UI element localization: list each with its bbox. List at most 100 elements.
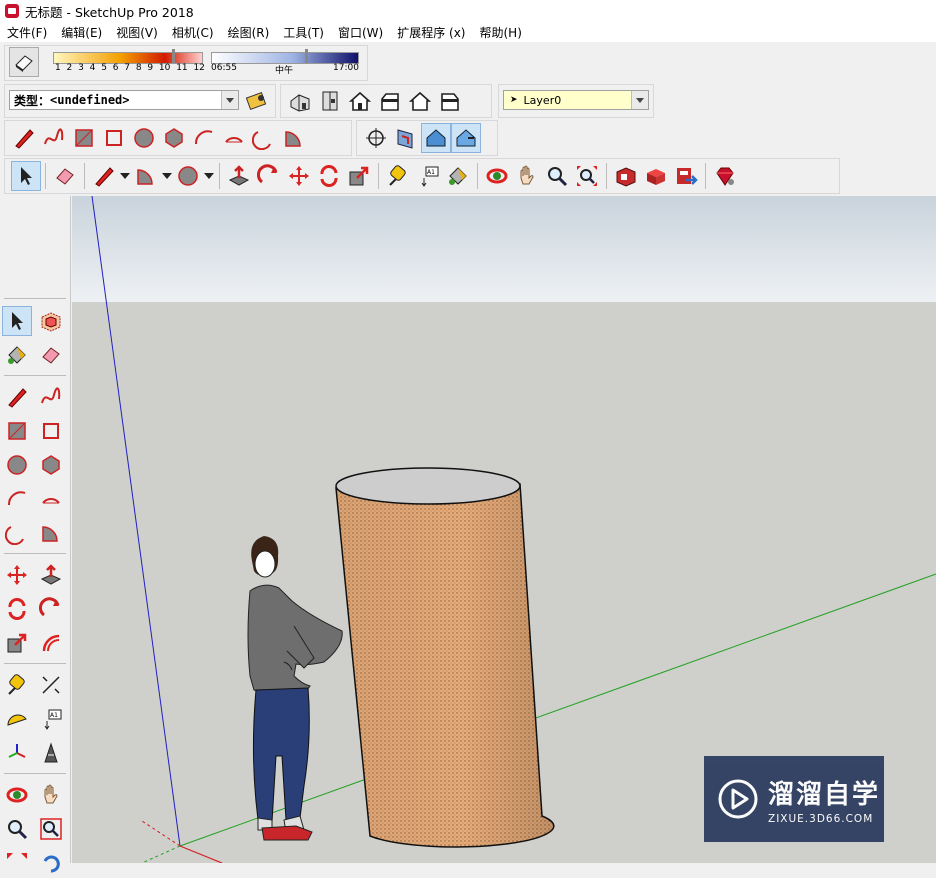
menu-draw[interactable]: 绘图(R): [221, 24, 277, 41]
chevron-down-icon[interactable]: [221, 91, 238, 109]
entity-info-icon[interactable]: [245, 89, 271, 111]
eraser-tool-button[interactable]: [50, 161, 80, 191]
line-dropdown-icon[interactable]: [119, 161, 131, 191]
arc-dropdown-icon[interactable]: [161, 161, 173, 191]
rotated-rectangle-icon: [43, 423, 59, 439]
3d-text-button[interactable]: [36, 738, 66, 768]
follow-me-button[interactable]: [36, 594, 66, 624]
line-tool-button[interactable]: [9, 123, 39, 153]
text-tool-button[interactable]: A1: [36, 704, 66, 734]
menu-view[interactable]: 视图(V): [109, 24, 165, 41]
protractor-button[interactable]: [2, 704, 32, 734]
section-fill-button[interactable]: [421, 123, 451, 153]
type-selector-combo[interactable]: 类型： <undefined>: [9, 90, 239, 110]
orbit-tool-button[interactable]: [2, 780, 32, 810]
3pt-arc-button[interactable]: [2, 518, 32, 548]
eraser-tool-button[interactable]: [36, 340, 66, 370]
send-to-layout-button[interactable]: [671, 161, 701, 191]
menu-edit[interactable]: 编辑(E): [54, 24, 109, 41]
shape-dropdown-icon[interactable]: [203, 161, 215, 191]
pie-tool-button[interactable]: [36, 518, 66, 548]
2pt-arc-button[interactable]: [219, 123, 249, 153]
shadows-toggle-button[interactable]: [9, 47, 39, 77]
month-slider-thumb[interactable]: [172, 49, 175, 63]
zoom-window-button[interactable]: [36, 814, 66, 844]
move-tool-button[interactable]: [284, 161, 314, 191]
move-tool-button[interactable]: [2, 560, 32, 590]
follow-me-button[interactable]: [254, 161, 284, 191]
circle-tool-button[interactable]: [129, 123, 159, 153]
freehand-tool-button[interactable]: [36, 382, 66, 412]
zoom-extents-button[interactable]: [2, 848, 32, 878]
make-component-button[interactable]: [36, 306, 66, 336]
push-pull-icon: [228, 165, 250, 186]
left-view-button[interactable]: [435, 86, 465, 116]
rotated-rectangle-button[interactable]: [36, 416, 66, 446]
menu-help[interactable]: 帮助(H): [472, 24, 528, 41]
rotate-tool-button[interactable]: [2, 594, 32, 624]
section-plane-button[interactable]: [391, 123, 421, 153]
pan-tool-button[interactable]: [36, 780, 66, 810]
menu-window[interactable]: 窗口(W): [331, 24, 390, 41]
chevron-down-icon[interactable]: [631, 91, 648, 109]
line-tool-button[interactable]: [2, 382, 32, 412]
orbit-tool-button[interactable]: [482, 161, 512, 191]
axes-tool-button[interactable]: [2, 738, 32, 768]
scale-tool-button[interactable]: [2, 628, 32, 658]
previous-view-button[interactable]: [36, 848, 66, 878]
extension-warehouse-button[interactable]: [641, 161, 671, 191]
section-cuts-button[interactable]: [451, 123, 481, 153]
push-pull-button[interactable]: [224, 161, 254, 191]
3pt-arc-button[interactable]: [249, 123, 279, 153]
2pt-arc-button[interactable]: [36, 484, 66, 514]
paint-bucket-button[interactable]: [443, 161, 473, 191]
menu-file[interactable]: 文件(F): [0, 24, 54, 41]
polygon-tool-button[interactable]: [36, 450, 66, 480]
rotated-rectangle-button[interactable]: [99, 123, 129, 153]
iso-view-button[interactable]: [285, 86, 315, 116]
scale-tool-button[interactable]: [344, 161, 374, 191]
cylinder-model[interactable]: [335, 467, 555, 848]
freehand-tool-button[interactable]: [39, 123, 69, 153]
arc-tool-button[interactable]: [189, 123, 219, 153]
zoom-tool-button[interactable]: [542, 161, 572, 191]
text-tool-button[interactable]: A1: [413, 161, 443, 191]
circle-tool-button[interactable]: [2, 450, 32, 480]
layer-combo[interactable]: ➤ Layer0: [503, 90, 649, 110]
shape-tool-button[interactable]: [173, 161, 203, 191]
select-tool-button[interactable]: [11, 161, 41, 191]
time-slider-thumb[interactable]: [305, 49, 308, 63]
arc-tool-button[interactable]: [131, 161, 161, 191]
zoom-extents-button[interactable]: [572, 161, 602, 191]
dimension-tool-button[interactable]: [36, 670, 66, 700]
tape-measure-button[interactable]: [2, 670, 32, 700]
front-view-button[interactable]: [345, 86, 375, 116]
polygon-tool-button[interactable]: [159, 123, 189, 153]
arc-tool-button[interactable]: [2, 484, 32, 514]
title-bar: 无标题 - SketchUp Pro 2018: [0, 0, 936, 22]
rectangle-tool-button[interactable]: [2, 416, 32, 446]
3d-warehouse-button[interactable]: [611, 161, 641, 191]
push-pull-button[interactable]: [36, 560, 66, 590]
offset-tool-button[interactable]: [36, 628, 66, 658]
paint-bucket-button[interactable]: [2, 340, 32, 370]
pie-tool-button[interactable]: [279, 123, 309, 153]
pan-tool-button[interactable]: [512, 161, 542, 191]
rectangle-tool-button[interactable]: [69, 123, 99, 153]
zoom-tool-button[interactable]: [2, 814, 32, 844]
back-view-button[interactable]: [405, 86, 435, 116]
drawing-toolbar: [4, 120, 352, 156]
menu-tools[interactable]: 工具(T): [276, 24, 331, 41]
menu-camera[interactable]: 相机(C): [165, 24, 221, 41]
select-tool-button[interactable]: [2, 306, 32, 336]
current-layer-arrow-icon: ➤: [510, 95, 518, 105]
position-camera-button[interactable]: [361, 123, 391, 153]
right-view-button[interactable]: [375, 86, 405, 116]
top-view-button[interactable]: [315, 86, 345, 116]
cylinder-top: [335, 467, 521, 505]
menu-extensions[interactable]: 扩展程序 (x): [390, 24, 472, 41]
extension-manager-button[interactable]: [710, 161, 740, 191]
tape-measure-button[interactable]: [383, 161, 413, 191]
rotate-tool-button[interactable]: [314, 161, 344, 191]
line-tool-button[interactable]: [89, 161, 119, 191]
